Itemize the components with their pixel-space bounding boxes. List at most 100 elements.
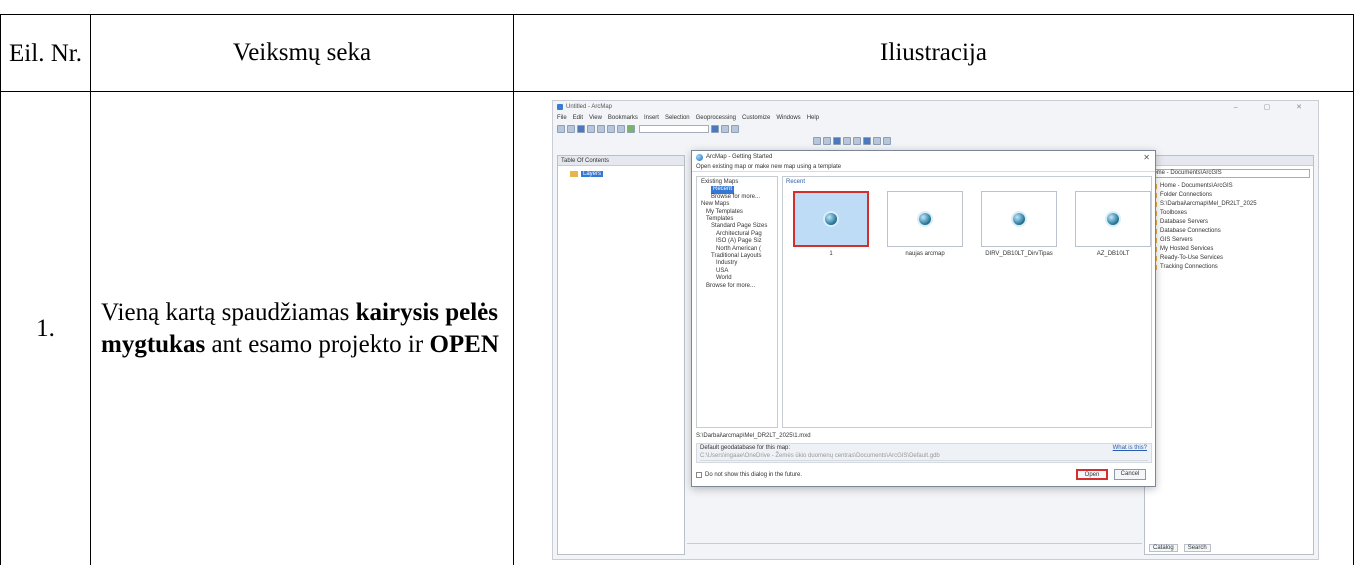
map-globe-icon bbox=[825, 213, 837, 225]
catalog-item-label: Home - Documents\ArcGIS bbox=[1160, 183, 1233, 189]
catalog-titlebar bbox=[1145, 156, 1313, 166]
catalog-item[interactable]: GIS Servers bbox=[1151, 236, 1313, 245]
select-icon[interactable] bbox=[853, 137, 861, 145]
zoom-in-icon[interactable] bbox=[813, 137, 821, 145]
tree-item-label: Architectural Pag bbox=[716, 230, 762, 237]
catalog-item[interactable]: Ready-To-Use Services bbox=[1151, 254, 1313, 263]
tab-catalog[interactable]: Catalog bbox=[1149, 544, 1178, 552]
open-button[interactable]: Open bbox=[1076, 469, 1108, 480]
header-illustration: Iliustracija bbox=[513, 14, 1354, 92]
tree-item[interactable]: New Maps bbox=[699, 201, 775, 208]
tree-item[interactable]: Browse for more... bbox=[699, 283, 775, 290]
identify-icon[interactable] bbox=[863, 137, 871, 145]
menu-item[interactable]: Edit bbox=[573, 115, 583, 121]
tree-item-label: USA bbox=[716, 267, 729, 274]
new-icon[interactable] bbox=[557, 125, 565, 133]
tree-item[interactable]: ISO (A) Page Siz bbox=[699, 238, 775, 245]
tree-item-label: North American ( bbox=[716, 245, 762, 252]
menu-bar: File Edit View Bookmarks Insert Selection Geop… bbox=[553, 113, 1318, 123]
row-illustration: Untitled - ArcMap – ▢ ✕ File Edit View Book… bbox=[513, 91, 1354, 565]
tree-item-label: ISO (A) Page Siz bbox=[716, 238, 762, 245]
tree-item[interactable]: World bbox=[699, 275, 775, 282]
tree-item[interactable]: North American ( bbox=[699, 246, 775, 253]
scale-combo[interactable] bbox=[639, 125, 709, 133]
catalog-item[interactable]: My Hosted Services bbox=[1151, 245, 1313, 254]
menu-item[interactable]: Customize bbox=[742, 115, 770, 121]
catalog-icon[interactable] bbox=[721, 125, 729, 133]
recent-maps-panel: Recent 1 naujas arcmap DIRV_DB10LT_DirvT… bbox=[782, 176, 1152, 428]
editor-icon[interactable] bbox=[711, 125, 719, 133]
tab-search[interactable]: Search bbox=[1183, 544, 1211, 552]
tree-item[interactable]: Browse for more... bbox=[699, 194, 775, 201]
catalog-item[interactable]: Home - Documents\ArcGIS bbox=[1151, 182, 1313, 191]
tree-item-label: Standard Page Sizes bbox=[711, 223, 768, 230]
arcmap-icon bbox=[557, 104, 563, 110]
tree-item[interactable]: Industry bbox=[699, 260, 775, 267]
map-thumbnail[interactable] bbox=[887, 191, 963, 247]
measure-icon[interactable] bbox=[883, 137, 891, 145]
save-icon[interactable] bbox=[577, 125, 585, 133]
find-icon[interactable] bbox=[873, 137, 881, 145]
cancel-button[interactable]: Cancel bbox=[1114, 469, 1146, 480]
copy-icon[interactable] bbox=[607, 125, 615, 133]
tree-item[interactable]: Recent bbox=[699, 186, 775, 194]
zoom-out-icon[interactable] bbox=[823, 137, 831, 145]
catalog-item-label: Toolboxes bbox=[1160, 210, 1188, 216]
add-data-icon[interactable] bbox=[627, 125, 635, 133]
tree-item[interactable]: Existing Maps bbox=[699, 179, 775, 186]
row-number: 1. bbox=[0, 91, 91, 565]
menu-item[interactable]: Selection bbox=[665, 115, 690, 121]
menu-item[interactable]: Windows bbox=[776, 115, 800, 121]
map-thumbnail[interactable] bbox=[793, 191, 869, 247]
table-row: 1. Vieną kartą spaudžiamas kairysis pelė… bbox=[0, 91, 1354, 565]
menu-item[interactable]: Insert bbox=[644, 115, 659, 121]
catalog-item[interactable]: Toolboxes bbox=[1151, 209, 1313, 218]
dialog-hint: Open existing map or make new map using … bbox=[692, 163, 1155, 172]
window-controls[interactable]: – ▢ ✕ bbox=[1234, 103, 1314, 111]
status-bar bbox=[687, 543, 1142, 553]
menu-item[interactable]: View bbox=[589, 115, 602, 121]
header-steps: Veiksmų seka bbox=[90, 14, 514, 92]
catalog-location[interactable]: Home - Documents\ArcGIS bbox=[1148, 169, 1310, 178]
tree-item[interactable]: My Templates bbox=[699, 209, 775, 216]
tree-item[interactable]: Traditional Layouts bbox=[699, 253, 775, 260]
map-thumbnail[interactable] bbox=[981, 191, 1057, 247]
paste-icon[interactable] bbox=[617, 125, 625, 133]
gdb-path-field[interactable]: C:\Users\ingaae\OneDrive - Žemės ūkio du… bbox=[700, 453, 1148, 461]
catalog-item[interactable]: S:\Darbai\arcmap\Mel_DR2LT_2025 bbox=[1151, 200, 1313, 209]
map-globe-icon bbox=[1013, 213, 1025, 225]
tree-item[interactable]: Standard Page Sizes bbox=[699, 223, 775, 230]
catalog-item[interactable]: Database Connections bbox=[1151, 227, 1313, 236]
tree-item[interactable]: Architectural Pag bbox=[699, 231, 775, 238]
menu-item[interactable]: File bbox=[557, 115, 567, 121]
map-globe-icon bbox=[1107, 213, 1119, 225]
close-icon[interactable]: ✕ bbox=[1143, 153, 1150, 162]
menu-item[interactable]: Geoprocessing bbox=[696, 115, 736, 121]
map-title: 1 bbox=[829, 251, 833, 257]
pan-icon[interactable] bbox=[833, 137, 841, 145]
catalog-item[interactable]: Database Servers bbox=[1151, 218, 1313, 227]
open-icon[interactable] bbox=[567, 125, 575, 133]
tree-item[interactable]: Templates bbox=[699, 216, 775, 223]
map-thumbnail[interactable] bbox=[1075, 191, 1151, 247]
dont-show-checkbox[interactable] bbox=[696, 472, 702, 478]
menu-item[interactable]: Bookmarks bbox=[608, 115, 638, 121]
getting-started-dialog: ArcMap - Getting Started ✕ Open existing… bbox=[691, 150, 1156, 487]
print-icon[interactable] bbox=[587, 125, 595, 133]
catalog-item[interactable]: Folder Connections bbox=[1151, 191, 1313, 200]
toc-layer-item[interactable]: Layers bbox=[570, 171, 684, 177]
dont-show-label: Do not show this dialog in the future. bbox=[705, 472, 803, 478]
menu-item[interactable]: Help bbox=[807, 115, 819, 121]
full-extent-icon[interactable] bbox=[843, 137, 851, 145]
cut-icon[interactable] bbox=[597, 125, 605, 133]
what-is-this-link[interactable]: What is this? bbox=[1113, 445, 1147, 451]
tree-item[interactable]: USA bbox=[699, 268, 775, 275]
dialog-footer: Do not show this dialog in the future. O… bbox=[696, 469, 1152, 481]
catalog-item-label: Ready-To-Use Services bbox=[1160, 255, 1224, 261]
catalog-tree: Home - Documents\ArcGIS Folder Connection… bbox=[1151, 182, 1313, 272]
tools-toolbar bbox=[553, 135, 1318, 147]
map-title: DIRV_DB10LT_DirvTipas bbox=[985, 251, 1053, 257]
catalog-item[interactable]: Tracking Connections bbox=[1151, 263, 1313, 272]
python-icon[interactable] bbox=[731, 125, 739, 133]
map-title: AZ_DB10LT bbox=[1096, 251, 1130, 257]
